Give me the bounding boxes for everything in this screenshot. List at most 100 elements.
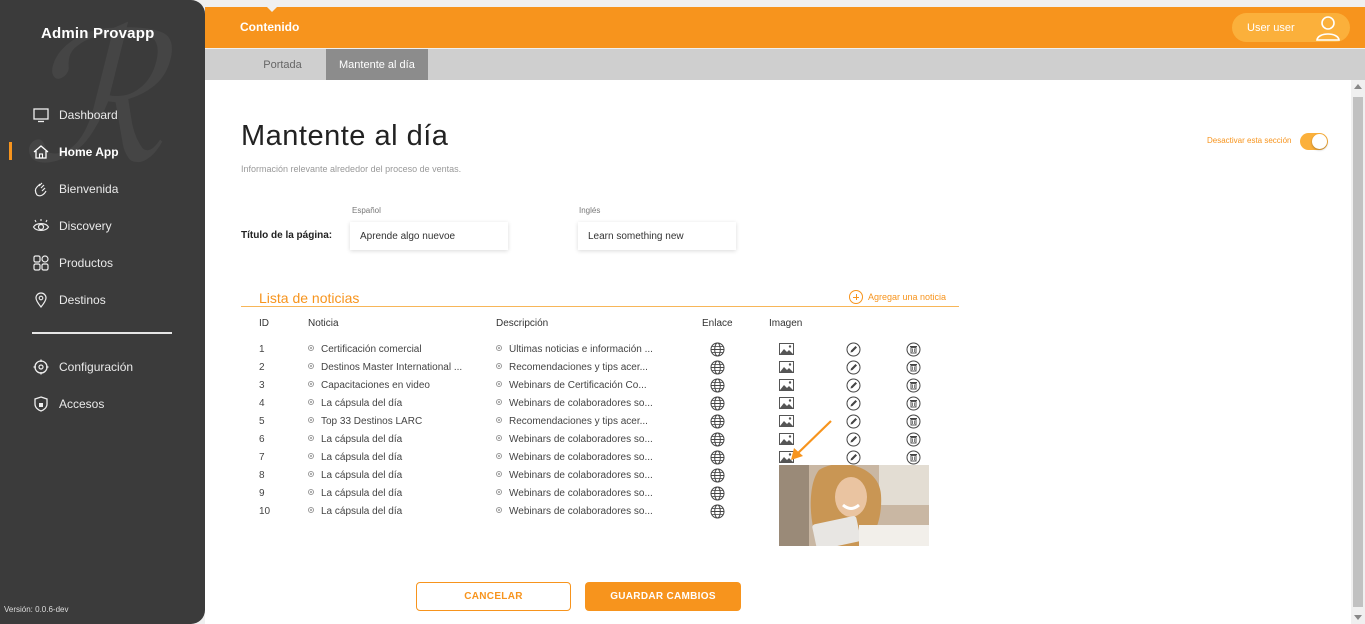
- delete-icon[interactable]: [906, 450, 921, 465]
- row-link[interactable]: [710, 486, 725, 504]
- globe-icon[interactable]: [710, 342, 725, 357]
- title-es-input[interactable]: [350, 222, 508, 250]
- row-edit-button[interactable]: [846, 342, 861, 360]
- title-en-input[interactable]: [578, 222, 736, 250]
- sidebar-item-bienvenida[interactable]: Bienvenida: [0, 170, 205, 207]
- edit-icon[interactable]: [846, 414, 861, 429]
- delete-icon[interactable]: [906, 396, 921, 411]
- row-descripcion-text: Recomendaciones y tips acer...: [509, 362, 648, 373]
- row-link[interactable]: [710, 396, 725, 414]
- bullet-icon: [496, 399, 502, 405]
- bullet-icon: [496, 453, 502, 459]
- row-link[interactable]: [710, 378, 725, 396]
- sidebar-item-label: Accesos: [59, 396, 105, 411]
- row-edit-button[interactable]: [846, 414, 861, 432]
- bullet-icon: [496, 507, 502, 513]
- sidebar-item-productos[interactable]: Productos: [0, 244, 205, 281]
- image-icon[interactable]: [779, 343, 794, 355]
- row-edit-button[interactable]: [846, 360, 861, 378]
- row-id: 3: [259, 380, 265, 391]
- delete-icon[interactable]: [906, 432, 921, 447]
- globe-icon[interactable]: [710, 360, 725, 375]
- row-noticia: Top 33 Destinos LARC: [308, 416, 478, 427]
- list-title: Lista de noticias: [259, 290, 360, 306]
- add-news-button[interactable]: Agregar una noticia: [849, 290, 946, 304]
- row-image[interactable]: [779, 379, 794, 394]
- sidebar-item-accesos[interactable]: Accesos: [0, 385, 205, 422]
- row-link[interactable]: [710, 360, 725, 378]
- row-link[interactable]: [710, 468, 725, 486]
- row-descripcion-text: Webinars de colaboradores so...: [509, 452, 653, 463]
- globe-icon[interactable]: [710, 468, 725, 483]
- section-toggle[interactable]: [1300, 133, 1328, 150]
- image-icon[interactable]: [779, 379, 794, 391]
- row-image[interactable]: [779, 343, 794, 358]
- bullet-icon: [308, 471, 314, 477]
- scroll-up-icon[interactable]: [1354, 84, 1362, 89]
- row-edit-button[interactable]: [846, 378, 861, 396]
- row-delete-button[interactable]: [906, 342, 921, 360]
- row-edit-button[interactable]: [846, 396, 861, 414]
- delete-icon[interactable]: [906, 342, 921, 357]
- row-link[interactable]: [710, 414, 725, 432]
- bullet-icon: [496, 489, 502, 495]
- row-delete-button[interactable]: [906, 432, 921, 450]
- globe-icon[interactable]: [710, 486, 725, 501]
- edit-icon[interactable]: [846, 396, 861, 411]
- row-link[interactable]: [710, 432, 725, 450]
- row-link[interactable]: [710, 342, 725, 360]
- row-image[interactable]: [779, 361, 794, 376]
- scroll-thumb[interactable]: [1353, 97, 1363, 607]
- bullet-icon: [308, 345, 314, 351]
- image-icon[interactable]: [779, 397, 794, 409]
- delete-icon[interactable]: [906, 378, 921, 393]
- sidebar-item-dashboard[interactable]: Dashboard: [0, 96, 205, 133]
- edit-icon[interactable]: [846, 432, 861, 447]
- row-link[interactable]: [710, 450, 725, 468]
- version-label: Versión: 0.0.6-dev: [4, 605, 69, 614]
- row-delete-button[interactable]: [906, 360, 921, 378]
- tab-mantente-al-dia[interactable]: Mantente al día: [326, 49, 428, 80]
- sidebar-item-home-app[interactable]: Home App: [0, 133, 205, 170]
- sidebar-nav: Dashboard Home App Bienvenida Discovery …: [0, 96, 205, 422]
- image-icon[interactable]: [779, 361, 794, 373]
- cancel-button[interactable]: CANCELAR: [416, 582, 571, 611]
- scrollbar[interactable]: [1351, 80, 1365, 624]
- row-delete-button[interactable]: [906, 378, 921, 396]
- globe-icon[interactable]: [710, 378, 725, 393]
- tab-portada[interactable]: Portada: [239, 49, 326, 80]
- row-noticia-text: Certificación comercial: [321, 344, 422, 355]
- globe-icon[interactable]: [710, 450, 725, 465]
- edit-icon[interactable]: [846, 378, 861, 393]
- row-delete-button[interactable]: [906, 414, 921, 432]
- edit-icon[interactable]: [846, 342, 861, 357]
- row-image[interactable]: [779, 397, 794, 412]
- row-edit-button[interactable]: [846, 432, 861, 450]
- row-id: 2: [259, 362, 265, 373]
- bullet-icon: [308, 363, 314, 369]
- globe-icon[interactable]: [710, 396, 725, 411]
- delete-icon[interactable]: [906, 360, 921, 375]
- list-divider: [241, 306, 959, 307]
- globe-icon[interactable]: [710, 432, 725, 447]
- sidebar-item-destinos[interactable]: Destinos: [0, 281, 205, 318]
- globe-icon[interactable]: [710, 414, 725, 429]
- sidebar-item-configuracion[interactable]: Configuración: [0, 348, 205, 385]
- row-link[interactable]: [710, 504, 725, 522]
- row-noticia-text: Destinos Master International ...: [321, 362, 463, 373]
- row-noticia: La cápsula del día: [308, 488, 478, 499]
- scroll-down-icon[interactable]: [1354, 615, 1362, 620]
- row-delete-button[interactable]: [906, 396, 921, 414]
- save-button[interactable]: GUARDAR CAMBIOS: [585, 582, 741, 611]
- delete-icon[interactable]: [906, 414, 921, 429]
- edit-icon[interactable]: [846, 450, 861, 465]
- edit-icon[interactable]: [846, 360, 861, 375]
- sidebar-item-discovery[interactable]: Discovery: [0, 207, 205, 244]
- caret-indicator: [266, 6, 278, 12]
- user-menu[interactable]: User user: [1232, 13, 1350, 42]
- row-descripcion-text: Webinars de colaboradores so...: [509, 434, 653, 445]
- row-descripcion: Webinars de colaboradores so...: [496, 506, 668, 517]
- globe-icon[interactable]: [710, 504, 725, 519]
- bullet-icon: [308, 399, 314, 405]
- row-descripcion: Webinars de colaboradores so...: [496, 398, 668, 409]
